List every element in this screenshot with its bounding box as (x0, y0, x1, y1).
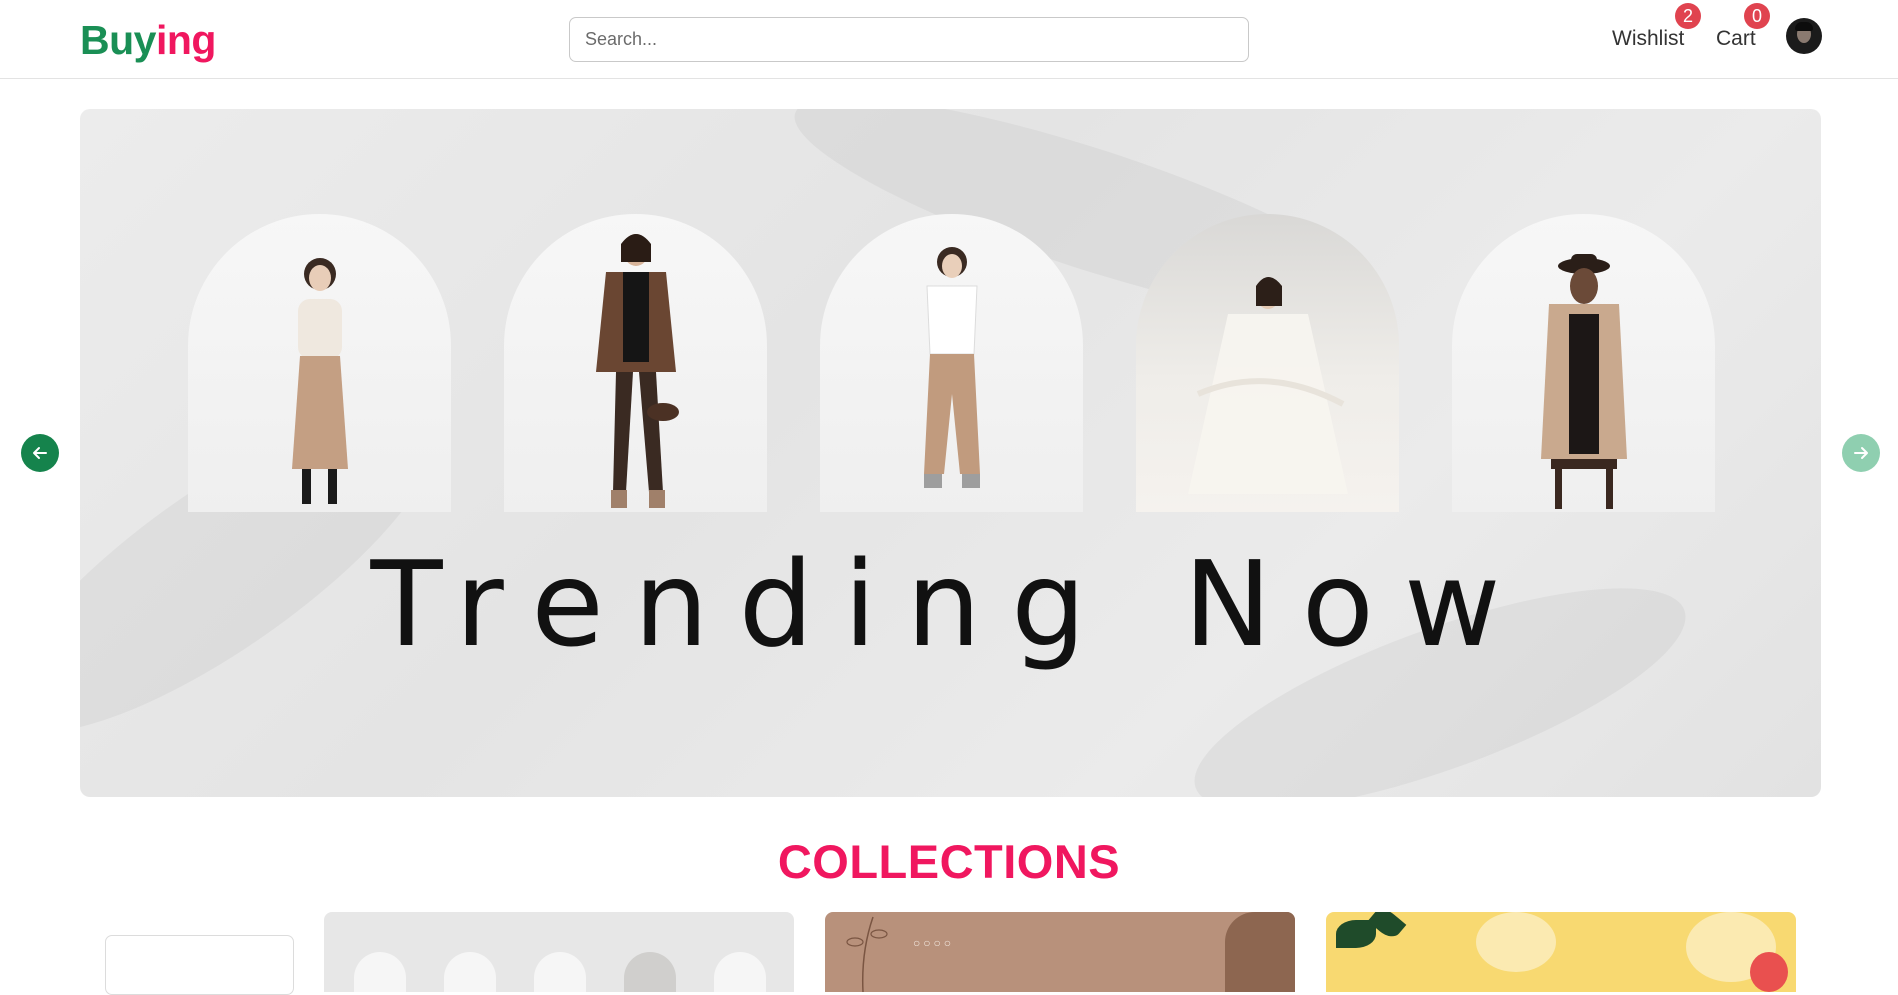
brand-part-2: ing (155, 17, 216, 63)
leaf-decoration-icon (1336, 920, 1376, 948)
card-decoration (1750, 952, 1788, 992)
model-arches (80, 109, 1821, 797)
arrow-left-icon (33, 447, 47, 459)
collection-card-3[interactable] (1326, 912, 1796, 992)
cart-link[interactable]: Cart (1716, 26, 1756, 52)
wishlist-count-badge: 2 (1675, 3, 1701, 29)
model-figure (595, 234, 679, 508)
card-arch (624, 952, 676, 992)
user-avatar[interactable] (1786, 18, 1822, 54)
model-figure (923, 247, 980, 488)
search-input[interactable] (569, 17, 1249, 62)
model-figure (1540, 254, 1627, 509)
floral-decoration-icon (846, 916, 888, 992)
filter-card[interactable] (105, 935, 294, 995)
collection-card-1[interactable] (324, 912, 794, 992)
model-photo-5 (1452, 214, 1715, 512)
card-arch (354, 952, 406, 992)
avatar-hair (1795, 22, 1813, 31)
model-figure (291, 258, 348, 504)
model-photo-3 (820, 214, 1083, 512)
cart-count-badge: 0 (1744, 3, 1770, 29)
model-photo-4 (1136, 214, 1399, 512)
carousel-next-button[interactable] (1842, 434, 1880, 472)
brand-part-1: Buy (80, 17, 156, 63)
model-photo-1 (188, 214, 451, 512)
card-arch (444, 952, 496, 992)
card-arch (714, 952, 766, 992)
arrow-right-icon (1854, 447, 1868, 459)
collection-card-2[interactable]: ○○○○ (825, 912, 1295, 992)
flower-decoration-icon (1476, 912, 1556, 972)
model-photo-2 (504, 214, 767, 512)
model-figure (1187, 277, 1348, 494)
hero-carousel: Trending Now (80, 109, 1821, 797)
card-arch (534, 952, 586, 992)
brand-logo[interactable]: Buying (80, 16, 216, 64)
collections-title: COLLECTIONS (777, 835, 1121, 888)
wishlist-link[interactable]: Wishlist (1612, 26, 1684, 52)
card-decoration: ○○○○ (913, 936, 954, 950)
card-decoration (1225, 912, 1295, 992)
carousel-headline: Trending Now (370, 535, 1531, 673)
navbar: Buying Wishlist 2 Cart 0 (0, 0, 1898, 79)
carousel-prev-button[interactable] (21, 434, 59, 472)
